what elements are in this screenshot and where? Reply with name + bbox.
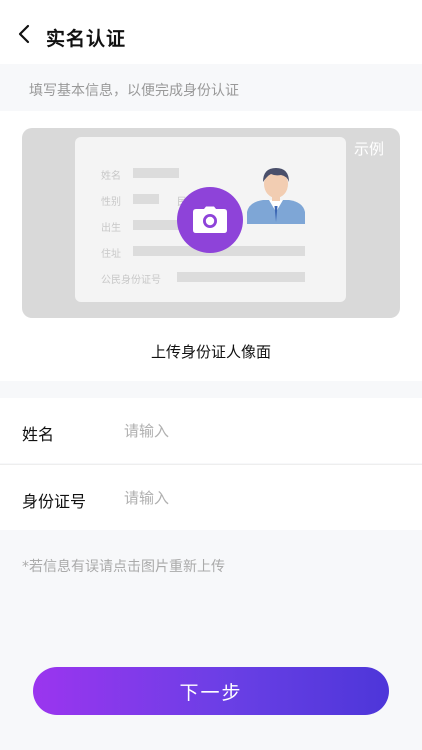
chevron-left-icon xyxy=(18,24,30,44)
page-title: 实名认证 xyxy=(46,28,127,50)
portrait-icon xyxy=(245,162,307,224)
card-field-label: 住址 xyxy=(101,249,121,260)
name-row: 姓名 xyxy=(0,398,422,463)
hint-text: 填写基本信息，以便完成身份认证 xyxy=(29,83,239,99)
card-field-placeholder xyxy=(133,194,159,204)
id-number-label: 身份证号 xyxy=(22,492,87,511)
card-field-label: 姓名 xyxy=(101,171,121,182)
name-label: 姓名 xyxy=(22,425,55,444)
example-tag: 示例 xyxy=(353,140,384,158)
card-field-placeholder xyxy=(133,168,179,178)
id-number-input[interactable] xyxy=(124,482,394,514)
reupload-note: *若信息有误请点击图片重新上传 xyxy=(22,559,225,575)
card-field-label: 公民身份证号 xyxy=(101,275,161,286)
camera-icon xyxy=(193,206,227,233)
next-step-button[interactable]: 下一步 xyxy=(33,667,389,715)
top-bar: 实名认证 xyxy=(0,0,422,64)
card-field-label: 出生 xyxy=(101,223,121,234)
upload-label: 上传身份证人像面 xyxy=(150,343,271,361)
card-field-placeholder xyxy=(133,220,179,230)
card-field-placeholder xyxy=(177,272,305,282)
name-input[interactable] xyxy=(124,415,394,447)
back-button[interactable] xyxy=(10,20,38,48)
card-field-label: 性别 xyxy=(101,197,121,208)
id-number-row: 身份证号 xyxy=(0,465,422,530)
camera-upload-button[interactable] xyxy=(177,187,243,253)
